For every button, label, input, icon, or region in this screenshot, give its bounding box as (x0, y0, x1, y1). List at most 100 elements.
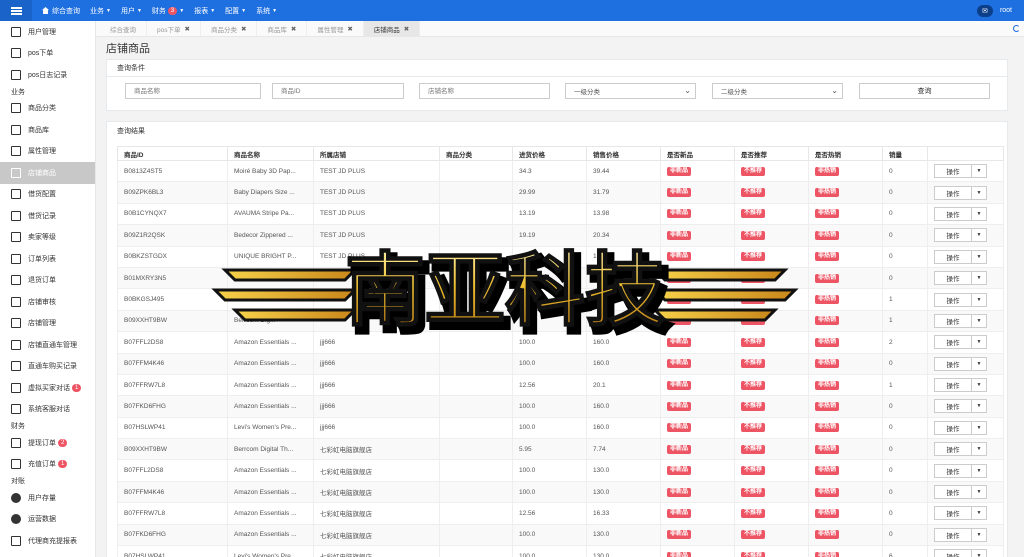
action-dropdown[interactable]: 操作▼ (934, 356, 987, 371)
caret-down-icon[interactable]: ▼ (972, 165, 986, 177)
caret-down-icon[interactable]: ▼ (972, 272, 986, 284)
caret-down-icon[interactable]: ▼ (972, 208, 986, 220)
sidebar-item-4[interactable]: 商品分类 (0, 98, 95, 120)
action-button[interactable]: 操作 (935, 507, 972, 520)
action-dropdown[interactable]: 操作▼ (934, 485, 987, 500)
sidebar-item-9[interactable]: 借货记录 (0, 205, 95, 227)
action-dropdown[interactable]: 操作▼ (934, 313, 987, 328)
caret-down-icon[interactable]: ▼ (972, 379, 986, 391)
action-button[interactable]: 操作 (935, 379, 972, 392)
sidebar-item-6[interactable]: 属性管理 (0, 141, 95, 163)
caret-down-icon[interactable]: ▼ (972, 187, 986, 199)
refresh-icon[interactable] (1013, 25, 1020, 32)
close-icon[interactable]: ✖ (404, 25, 409, 33)
nav-item-3[interactable]: 财务 3 ▼ (152, 6, 184, 16)
chat-icon[interactable]: ✉ (976, 4, 993, 17)
nav-item-1[interactable]: 业务 ▼ (90, 6, 111, 16)
menu-toggle-icon[interactable] (0, 0, 32, 21)
sidebar-item-17[interactable]: 虚拟买家对话 1 (0, 377, 95, 399)
action-button[interactable]: 操作 (935, 165, 972, 178)
action-dropdown[interactable]: 操作▼ (934, 164, 987, 179)
sidebar-item-15[interactable]: 店铺直通车管理 (0, 334, 95, 356)
action-button[interactable]: 操作 (935, 464, 972, 477)
action-dropdown[interactable]: 操作▼ (934, 463, 987, 478)
nav-item-0[interactable]: 综合查询 (42, 6, 80, 16)
action-dropdown[interactable]: 操作▼ (934, 206, 987, 221)
nav-item-2[interactable]: 用户 ▼ (121, 6, 142, 16)
tab-5[interactable]: 店铺商品 ✖ (363, 21, 421, 36)
sidebar-item-21[interactable]: 充值订单 1 (0, 454, 95, 476)
tab-1[interactable]: pos下单 ✖ (147, 21, 201, 36)
close-icon[interactable]: ✖ (241, 25, 246, 33)
action-button[interactable]: 操作 (935, 314, 972, 327)
query-button[interactable]: 查询 (859, 83, 990, 99)
caret-down-icon[interactable]: ▼ (972, 400, 986, 412)
sidebar-item-23[interactable]: 用户存量 (0, 487, 95, 509)
action-dropdown[interactable]: 操作▼ (934, 185, 987, 200)
sidebar-item-12[interactable]: 退货订单 (0, 270, 95, 292)
product-name-input[interactable] (125, 83, 261, 99)
action-dropdown[interactable]: 操作▼ (934, 442, 987, 457)
action-dropdown[interactable]: 操作▼ (934, 292, 987, 307)
sidebar-item-2[interactable]: pos日志记录 (0, 64, 95, 86)
action-button[interactable]: 操作 (935, 443, 972, 456)
action-dropdown[interactable]: 操作▼ (934, 527, 987, 542)
caret-down-icon[interactable]: ▼ (972, 465, 986, 477)
tab-3[interactable]: 商品库 ✖ (257, 21, 308, 36)
nav-item-5[interactable]: 配置 ▼ (225, 6, 246, 16)
caret-down-icon[interactable]: ▼ (972, 443, 986, 455)
action-dropdown[interactable]: 操作▼ (934, 228, 987, 243)
caret-down-icon[interactable]: ▼ (972, 251, 986, 263)
action-button[interactable]: 操作 (935, 293, 972, 306)
action-button[interactable]: 操作 (935, 207, 972, 220)
sidebar-item-24[interactable]: 运营数据 (0, 509, 95, 531)
close-icon[interactable]: ✖ (347, 25, 352, 33)
action-button[interactable]: 操作 (935, 336, 972, 349)
action-button[interactable]: 操作 (935, 250, 972, 263)
user-menu[interactable]: root (1000, 7, 1012, 14)
close-icon[interactable]: ✖ (291, 25, 296, 33)
tab-0[interactable]: 综合查询 (100, 21, 147, 36)
sidebar-item-16[interactable]: 直通车购买记录 (0, 356, 95, 378)
caret-down-icon[interactable]: ▼ (972, 507, 986, 519)
action-button[interactable]: 操作 (935, 400, 972, 413)
nav-item-6[interactable]: 系统 ▼ (256, 6, 277, 16)
caret-down-icon[interactable]: ▼ (972, 358, 986, 370)
sidebar-item-25[interactable]: 代理商充提报表 (0, 530, 95, 552)
action-button[interactable]: 操作 (935, 272, 972, 285)
sidebar-item-1[interactable]: pos下单 (0, 43, 95, 65)
caret-down-icon[interactable]: ▼ (972, 294, 986, 306)
product-id-input[interactable] (272, 83, 404, 99)
sidebar-item-7[interactable]: 店铺商品 (0, 162, 95, 184)
caret-down-icon[interactable]: ▼ (972, 315, 986, 327)
action-button[interactable]: 操作 (935, 186, 972, 199)
sidebar-item-11[interactable]: 订单列表 (0, 248, 95, 270)
action-button[interactable]: 操作 (935, 357, 972, 370)
action-dropdown[interactable]: 操作▼ (934, 549, 987, 557)
sidebar-item-5[interactable]: 商品库 (0, 119, 95, 141)
sidebar-item-0[interactable]: 用户管理 (0, 21, 95, 43)
shop-name-input[interactable] (419, 83, 550, 99)
action-dropdown[interactable]: 操作▼ (934, 335, 987, 350)
level2-category-select[interactable]: 二级分类 (712, 83, 843, 99)
action-button[interactable]: 操作 (935, 421, 972, 434)
action-dropdown[interactable]: 操作▼ (934, 506, 987, 521)
sidebar-item-20[interactable]: 提现订单 2 (0, 432, 95, 454)
tab-4[interactable]: 属性管理 ✖ (307, 21, 364, 36)
action-button[interactable]: 操作 (935, 550, 972, 557)
caret-down-icon[interactable]: ▼ (972, 550, 986, 557)
action-dropdown[interactable]: 操作▼ (934, 271, 987, 286)
caret-down-icon[interactable]: ▼ (972, 486, 986, 498)
caret-down-icon[interactable]: ▼ (972, 422, 986, 434)
nav-item-4[interactable]: 报表 ▼ (194, 6, 215, 16)
action-button[interactable]: 操作 (935, 486, 972, 499)
caret-down-icon[interactable]: ▼ (972, 529, 986, 541)
action-dropdown[interactable]: 操作▼ (934, 249, 987, 264)
sidebar-item-26[interactable]: 用户报表 (0, 552, 95, 557)
sidebar-item-14[interactable]: 店铺管理 (0, 313, 95, 335)
action-dropdown[interactable]: 操作▼ (934, 378, 987, 393)
sidebar-item-18[interactable]: 系统客服对话 (0, 399, 95, 421)
action-button[interactable]: 操作 (935, 528, 972, 541)
level1-category-select[interactable]: 一级分类 (565, 83, 696, 99)
sidebar-item-8[interactable]: 借货配置 (0, 184, 95, 206)
